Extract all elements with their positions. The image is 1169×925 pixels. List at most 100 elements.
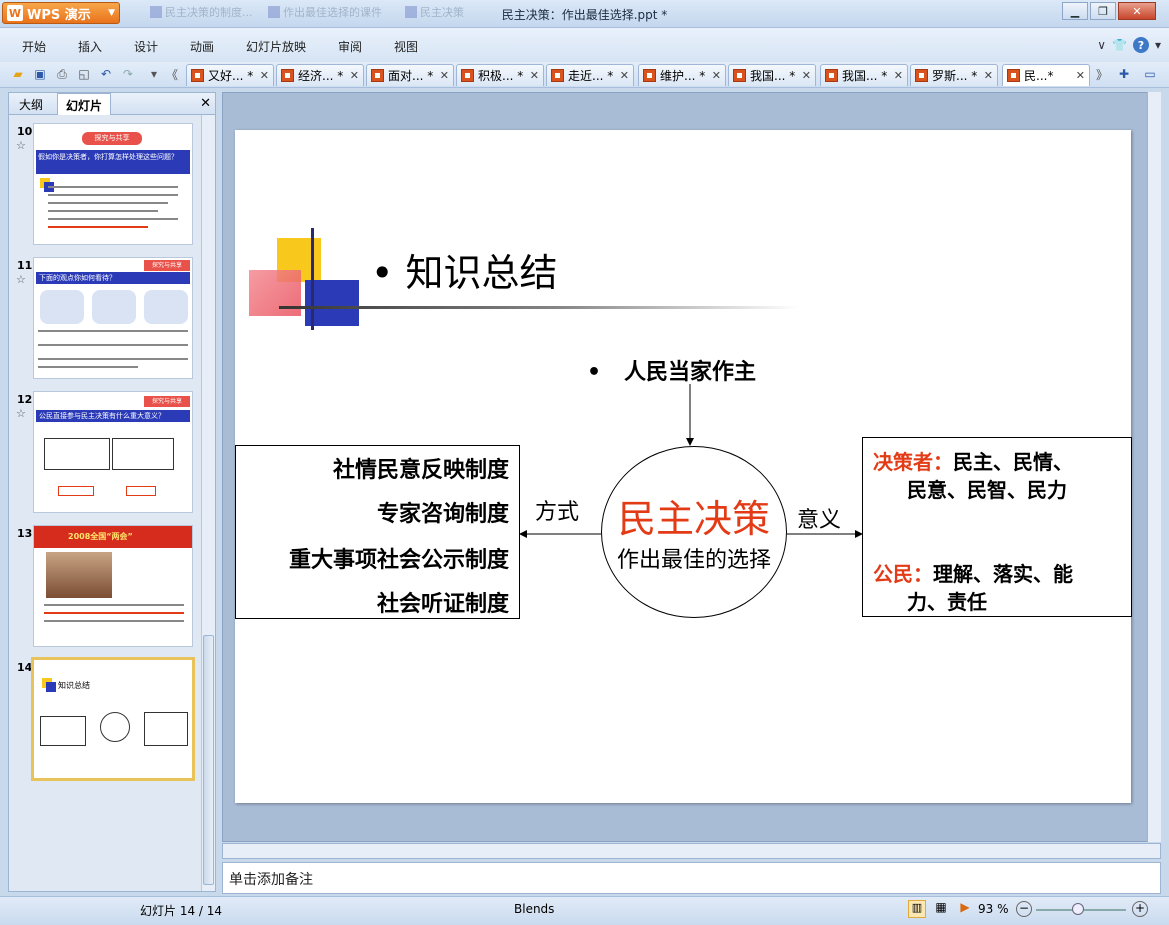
document-icon <box>150 6 162 18</box>
minimize-button[interactable]: ▁ <box>1062 2 1088 20</box>
normal-view-icon[interactable]: ▥ <box>908 900 926 918</box>
thumb-bubble <box>144 290 188 324</box>
title-bar: W WPS 演示 ▼ 民主决策的制度... 作出最佳选择的课件 民主决策 民主决… <box>0 0 1169 28</box>
tabs-scroll-left-icon[interactable]: 《 <box>164 66 180 82</box>
app-name: WPS 演示 <box>27 7 91 23</box>
slide-thumbnail-13[interactable]: 2008全国“两会” <box>33 525 193 647</box>
close-tab-icon[interactable]: ✕ <box>440 69 449 82</box>
doc-tab[interactable]: 走近... * ✕ <box>546 64 634 86</box>
wps-app-menu-button[interactable]: W WPS 演示 ▼ <box>2 2 120 24</box>
thumb-heading: 公民直接参与民主决策有什么重大意义？ <box>36 410 190 422</box>
quick-toolbar: ▰ ▣ ⎙ ◱ ↶ ↷ ▾ 《 又好... * ✕ 经济... * ✕ 面对... … <box>0 62 1169 88</box>
doc-tab[interactable]: 积极... * ✕ <box>456 64 544 86</box>
thumb-text-line <box>48 226 148 228</box>
ppt-file-icon <box>551 69 564 82</box>
doc-tab[interactable]: 罗斯... * ✕ <box>910 64 998 86</box>
slide-thumbnail-12[interactable]: 探究与共享 公民直接参与民主决策有什么重大意义？ <box>33 391 193 513</box>
close-tab-icon[interactable]: ✕ <box>984 69 993 82</box>
slide-thumbnail-10[interactable]: 探究与共享 假如你是决策者，你打算怎样处理这些问题？ <box>33 123 193 245</box>
menu-insert[interactable]: 插入 <box>78 38 102 55</box>
right-label: 意义 <box>797 508 842 533</box>
menu-design[interactable]: 设计 <box>134 38 158 55</box>
close-tab-icon[interactable]: ✕ <box>894 69 903 82</box>
tabs-scroll-right-icon[interactable]: 》 <box>1094 66 1110 82</box>
thumb-text-line <box>38 358 188 360</box>
thumb-box <box>144 712 188 746</box>
editor-vertical-scrollbar[interactable] <box>1147 92 1161 842</box>
tab-outline[interactable]: 大纲 <box>11 93 51 115</box>
menu-right-tools: ∨ 👕 ? ▾ <box>1097 37 1161 53</box>
close-tab-icon[interactable]: ✕ <box>260 69 269 82</box>
thumbnails-scrollbar[interactable] <box>201 115 215 891</box>
thumb-number: 12 <box>17 393 33 406</box>
animation-star-icon: ☆ <box>16 273 26 286</box>
method-item: 重大事项社会公示制度 <box>288 548 509 573</box>
skin-icon[interactable]: 👕 <box>1112 38 1127 52</box>
redo-icon[interactable]: ↷ <box>120 66 136 82</box>
decision-maker-line-2: 民意、民智、民力 <box>907 478 1067 502</box>
thumb-text-line <box>38 366 138 368</box>
sorter-view-icon[interactable]: ▦ <box>932 900 950 918</box>
zoom-slider-thumb[interactable] <box>1072 903 1084 915</box>
thumb-text-line <box>48 202 168 204</box>
zoom-out-icon[interactable]: − <box>1016 901 1032 917</box>
restore-button[interactable]: ❐ <box>1090 2 1116 20</box>
thumb-bubble <box>92 290 136 324</box>
chevron-down-icon[interactable]: ∨ <box>1097 38 1106 52</box>
close-tab-icon[interactable]: ✕ <box>350 69 359 82</box>
menu-view[interactable]: 视图 <box>394 38 418 55</box>
slide-thumbnail-14[interactable]: 知识总结 <box>31 657 195 781</box>
close-tab-icon[interactable]: ✕ <box>620 69 629 82</box>
status-bar: 幻灯片 14 / 14 Blends ▥ ▦ ▶ 93 % − + <box>0 896 1169 925</box>
ppt-file-icon <box>371 69 384 82</box>
doc-tab[interactable]: 又好... * ✕ <box>186 64 274 86</box>
menu-home[interactable]: 开始 <box>22 38 46 55</box>
new-tab-icon[interactable]: ✚ <box>1116 66 1132 82</box>
menu-review[interactable]: 审阅 <box>338 38 362 55</box>
print-icon[interactable]: ⎙ <box>54 66 70 82</box>
open-folder-icon[interactable]: ▰ <box>10 66 26 82</box>
slide-thumbnail-11[interactable]: 探究与共享 下面的观点你如何看待？ <box>33 257 193 379</box>
tab-slides[interactable]: 幻灯片 <box>57 93 112 115</box>
close-panel-icon[interactable]: ✕ <box>200 96 211 111</box>
ppt-file-icon <box>643 69 656 82</box>
thumb-number: 10 <box>17 125 33 138</box>
ghost-tab: 民主决策的制度... <box>150 3 253 21</box>
center-sub-text: 作出最佳的选择 <box>616 548 771 573</box>
doc-tab-active[interactable]: 民...* ✕ <box>1002 64 1090 86</box>
zoom-in-icon[interactable]: + <box>1132 901 1148 917</box>
doc-tab[interactable]: 面对... * ✕ <box>366 64 454 86</box>
ppt-file-icon <box>461 69 474 82</box>
slideshow-icon[interactable]: ▶ <box>956 900 974 918</box>
ppt-file-icon <box>191 69 204 82</box>
more-tools-icon[interactable]: ▾ <box>146 66 162 82</box>
print-preview-icon[interactable]: ◱ <box>76 66 92 82</box>
save-icon[interactable]: ▣ <box>32 66 48 82</box>
slides-panel: 大纲 幻灯片 ✕ 10 ☆ 探究与共享 假如你是决策者，你打算怎样处理这些问题？… <box>8 92 216 892</box>
chevron-down-icon[interactable]: ▾ <box>1155 38 1161 52</box>
close-tab-icon[interactable]: ✕ <box>1076 69 1085 82</box>
theme-name: Blends <box>514 902 555 916</box>
citizen-line-2: 力、责任 <box>907 590 987 614</box>
center-main-text: 民主决策 <box>617 497 770 541</box>
doc-tab[interactable]: 维护... * ✕ <box>638 64 726 86</box>
editor-horizontal-scrollbar[interactable] <box>222 843 1161 859</box>
doc-tab[interactable]: 经济... * ✕ <box>276 64 364 86</box>
doc-tab[interactable]: 我国... * ✕ <box>820 64 908 86</box>
help-icon[interactable]: ? <box>1132 37 1149 53</box>
menu-animation[interactable]: 动画 <box>190 38 214 55</box>
ppt-file-icon <box>915 69 928 82</box>
tab-list-icon[interactable]: ▭ <box>1142 66 1158 82</box>
slide-canvas[interactable]: • 知识总结 • 人民当家作主 民主决策 作出最佳的选择 方式 意义 社情民意反… <box>235 130 1132 803</box>
close-tab-icon[interactable]: ✕ <box>712 69 721 82</box>
close-tab-icon[interactable]: ✕ <box>802 69 811 82</box>
undo-icon[interactable]: ↶ <box>98 66 114 82</box>
ppt-file-icon <box>825 69 838 82</box>
close-window-button[interactable]: ✕ <box>1118 2 1156 20</box>
close-tab-icon[interactable]: ✕ <box>530 69 539 82</box>
menu-slideshow[interactable]: 幻灯片放映 <box>246 38 306 55</box>
scrollbar-thumb[interactable] <box>203 635 214 885</box>
doc-tab[interactable]: 我国... * ✕ <box>728 64 816 86</box>
notes-pane[interactable]: 单击添加备注 <box>222 862 1161 894</box>
ghost-tab: 作出最佳选择的课件 <box>268 3 382 21</box>
